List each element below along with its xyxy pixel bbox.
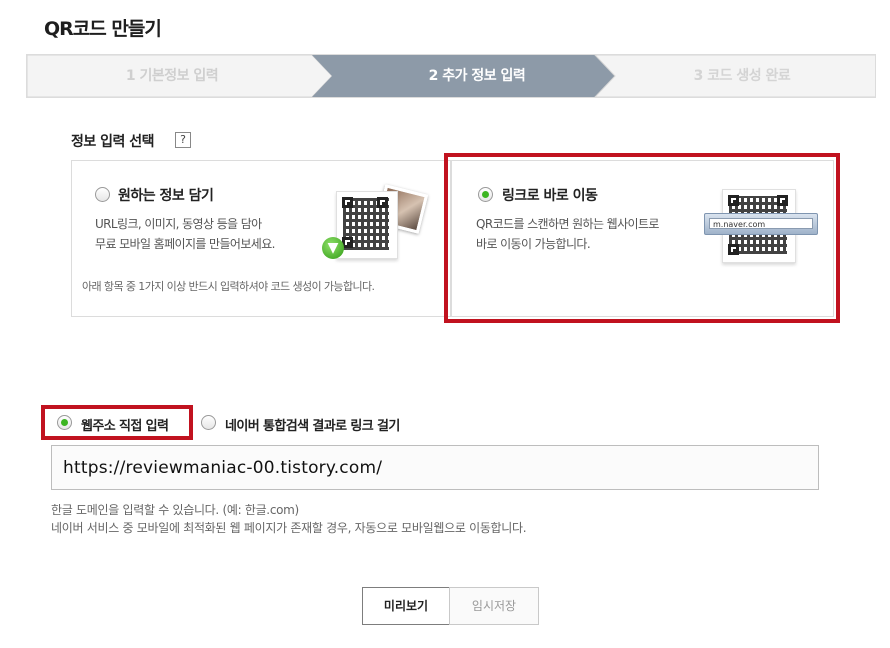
help-icon[interactable]: ? (175, 132, 191, 148)
step-3: 3 코드 생성 완료 (693, 68, 791, 84)
preview-button[interactable]: 미리보기 (362, 587, 450, 625)
option-desc-line1: URL링크, 이미지, 동영상 등을 담아 (95, 217, 262, 231)
radio-direct-url[interactable] (57, 415, 72, 430)
qr-code-image (336, 191, 398, 259)
page-title: QR코드 만들기 (44, 18, 162, 40)
option-title: 링크로 바로 이동 (502, 188, 598, 204)
radio-naver-search-link[interactable] (201, 415, 216, 430)
option-title: 원하는 정보 담기 (118, 188, 214, 204)
naver-search-link-label[interactable]: 네이버 통합검색 결과로 링크 걸기 (225, 415, 400, 434)
temp-save-button[interactable]: 임시저장 (449, 587, 539, 625)
info-select-label: 정보 입력 선택 (71, 134, 155, 150)
radio-rich-info[interactable] (95, 187, 110, 202)
option-card-direct-link[interactable]: 링크로 바로 이동 QR코드를 스캔하면 원하는 웹사이트로 바로 이동이 가능… (451, 160, 834, 317)
url-sample: m.naver.com (709, 218, 813, 229)
step-2-active: 2 추가 정보 입력 (428, 68, 526, 84)
option-card-rich-info[interactable]: 원하는 정보 담기 URL링크, 이미지, 동영상 등을 담아 무료 모바일 홈… (71, 160, 451, 317)
radio-direct-link[interactable] (478, 187, 493, 202)
step-progress-bar: 1 기본정보 입력 2 추가 정보 입력 3 코드 생성 완료 (26, 54, 876, 98)
option-desc-line2: 무료 모바일 홈페이지를 만들어보세요. (95, 237, 276, 251)
direct-link-illustration: m.naver.com (700, 185, 820, 267)
option-desc-line2: 바로 이동이 가능합니다. (476, 237, 591, 251)
hint-mobile-redirect: 네이버 서비스 중 모바일에 최적화된 웹 페이지가 존재할 경우, 자동으로 … (51, 521, 527, 535)
browser-url-bar: m.naver.com (704, 213, 818, 235)
download-check-icon: ▼ (322, 237, 344, 259)
option-desc-line1: QR코드를 스캔하면 원하는 웹사이트로 (476, 217, 659, 231)
url-input[interactable] (51, 445, 819, 490)
option-note: 아래 항목 중 1가지 이상 반드시 입력하셔야 코드 생성이 가능합니다. (82, 280, 375, 293)
direct-url-label[interactable]: 웹주소 직접 입력 (81, 415, 169, 434)
hint-korean-domain: 한글 도메인을 입력할 수 있습니다. (예: 한글.com) (51, 503, 299, 517)
step-1: 1 기본정보 입력 (125, 68, 219, 84)
rich-info-illustration: ▼ (322, 181, 430, 263)
